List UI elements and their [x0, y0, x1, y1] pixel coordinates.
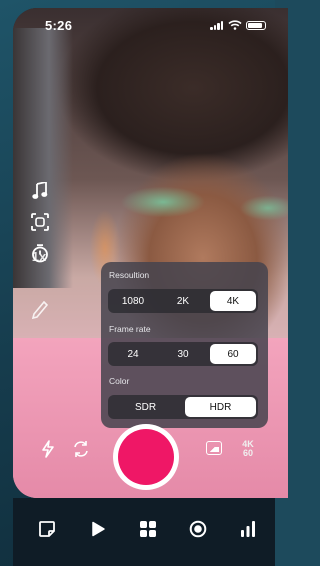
- filter-icon[interactable]: [30, 300, 50, 320]
- color-segmented-control: SDR HDR: [108, 395, 258, 419]
- battery-icon: [246, 20, 266, 30]
- wifi-icon: [228, 20, 242, 30]
- resolution-segmented-control: 1080 2K 4K: [108, 289, 258, 313]
- stats-icon[interactable]: [239, 520, 257, 538]
- speed-icon[interactable]: 1x: [29, 246, 49, 266]
- color-label: Color: [109, 376, 130, 386]
- frame-rate-option-60[interactable]: 60: [210, 344, 256, 364]
- color-option-sdr[interactable]: SDR: [110, 397, 181, 417]
- resolution-option-4k[interactable]: 4K: [210, 291, 256, 311]
- cellular-signal-icon: [210, 20, 224, 30]
- flip-camera-icon[interactable]: [72, 440, 90, 458]
- resolution-option-1080[interactable]: 1080: [110, 291, 156, 311]
- video-settings-panel: Resoultion 1080 2K 4K Frame rate 24 30 6…: [101, 262, 268, 428]
- gallery-icon[interactable]: [206, 441, 222, 455]
- frame-rate-label: Frame rate: [109, 324, 151, 334]
- record-button[interactable]: [118, 429, 174, 485]
- frame-rate-option-30[interactable]: 30: [160, 344, 206, 364]
- music-note-icon[interactable]: [30, 181, 50, 201]
- face-frame-icon[interactable]: [30, 212, 50, 232]
- sticker-icon[interactable]: [38, 520, 56, 538]
- play-icon[interactable]: [89, 520, 107, 538]
- resolution-badge[interactable]: 4K 60: [238, 440, 258, 458]
- color-option-hdr[interactable]: HDR: [185, 397, 256, 417]
- frame-rate-segmented-control: 24 30 60: [108, 342, 258, 366]
- status-time: 5:26: [45, 18, 73, 33]
- flash-icon[interactable]: [40, 440, 56, 458]
- record-icon[interactable]: [189, 520, 207, 538]
- grid-icon[interactable]: [139, 520, 157, 538]
- bottom-navigation: [13, 498, 275, 566]
- frame-rate-option-24[interactable]: 24: [110, 344, 156, 364]
- status-bar: 5:26: [33, 18, 266, 34]
- resolution-badge-framerate: 60: [242, 448, 253, 458]
- resolution-label: Resoultion: [109, 270, 150, 280]
- status-icons: [210, 20, 266, 30]
- resolution-option-2k[interactable]: 2K: [160, 291, 206, 311]
